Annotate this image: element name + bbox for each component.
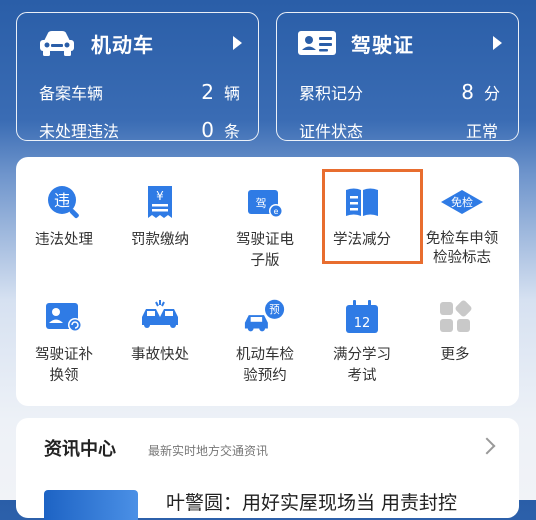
registered-vehicles-value: 2 (201, 80, 214, 104)
unhandled-violations-label: 未处理违法 (39, 122, 120, 141)
booking-badge: 预 (269, 304, 280, 316)
car-icon (37, 28, 77, 58)
calendar-badge: 12 (354, 316, 371, 331)
service-label: 免检车申领 检验标志 (425, 231, 499, 266)
service-accident-quick[interactable]: 事故快处 (112, 295, 208, 366)
vehicle-row-violations[interactable]: 未处理违法 0 条 (39, 115, 240, 145)
license-status-value: 正常 (465, 122, 498, 141)
violation-icon: 违 (42, 180, 86, 224)
service-inspection-booking[interactable]: 预 机动车检 验预约 (217, 295, 313, 387)
e-license-icon: 驾 e (243, 180, 287, 224)
svg-text:e: e (274, 207, 279, 216)
service-e-license[interactable]: 驾 e 驾驶证电 子版 (217, 180, 313, 272)
license-card[interactable]: 驾驶证 累积记分 8 分 证件状态 正常 (276, 12, 519, 141)
svg-text:¥: ¥ (156, 189, 164, 203)
svg-text:违: 违 (54, 191, 70, 210)
vehicle-row-registered[interactable]: 备案车辆 2 辆 (39, 77, 240, 107)
service-label: 驾驶证补 换领 (35, 347, 93, 384)
highlight-box (322, 169, 423, 264)
accumulated-points-label: 累积记分 (299, 84, 364, 103)
license-card-header[interactable]: 驾驶证 (297, 23, 502, 63)
service-label: 罚款缴纳 (131, 232, 189, 248)
license-card-title: 驾驶证 (351, 32, 414, 57)
chevron-right-icon[interactable] (478, 437, 496, 455)
vehicle-card[interactable]: 机动车 备案车辆 2 辆 未处理违法 0 条 (16, 12, 259, 142)
svg-text:驾: 驾 (256, 197, 267, 210)
service-full-score-study[interactable]: 12 满分学习 考试 (314, 295, 410, 387)
news-center-subtitle: 最新实时地方交通资讯 (148, 444, 269, 458)
service-inspection-exempt[interactable]: 免检 免检车申领 检验标志 (410, 180, 514, 268)
accumulated-points-unit: 分 (483, 84, 500, 103)
vehicle-card-title: 机动车 (91, 32, 154, 57)
service-more[interactable]: 更多 (407, 295, 503, 366)
vehicle-card-header[interactable]: 机动车 (37, 23, 242, 63)
fine-receipt-icon: ¥ (138, 180, 182, 224)
news-center-title: 资讯中心 (44, 439, 116, 460)
news-center[interactable]: 资讯中心 最新实时地方交通资讯 叶警圆：用好实屋现场当 用责封控 (16, 418, 519, 520)
inspection-exempt-badge: 免检 (451, 195, 473, 209)
calendar-12-icon: 12 (340, 295, 384, 339)
service-label: 违法处理 (35, 232, 93, 248)
service-violation-handling[interactable]: 违 违法处理 (16, 180, 112, 251)
registered-vehicles-label: 备案车辆 (39, 84, 104, 103)
inspection-exempt-icon: 免检 (434, 180, 490, 224)
inspection-booking-icon: 预 (243, 295, 287, 339)
accident-icon (138, 295, 182, 339)
license-renew-icon (42, 295, 86, 339)
service-license-renewal[interactable]: 驾驶证补 换领 (16, 295, 112, 387)
more-grid-icon (433, 295, 477, 339)
license-row-points[interactable]: 累积记分 8 分 (299, 77, 500, 107)
service-label: 满分学习 考试 (333, 347, 391, 384)
news-thumbnail[interactable] (44, 490, 138, 520)
service-fine-payment[interactable]: ¥ 罚款缴纳 (112, 180, 208, 251)
news-headline[interactable]: 叶警圆：用好实屋现场当 用责封控 (166, 488, 457, 515)
license-card-icon (297, 28, 337, 58)
registered-vehicles-unit: 辆 (223, 84, 240, 103)
unhandled-violations-unit: 条 (223, 122, 240, 141)
service-label: 驾驶证电 子版 (236, 232, 294, 269)
service-label: 事故快处 (131, 347, 189, 363)
license-row-status[interactable]: 证件状态 正常 (299, 115, 500, 145)
arrow-right-icon[interactable] (233, 36, 242, 50)
service-label: 更多 (440, 347, 470, 363)
unhandled-violations-value: 0 (201, 118, 214, 142)
license-status-label: 证件状态 (299, 122, 364, 141)
accumulated-points-value: 8 (461, 80, 474, 104)
arrow-right-icon[interactable] (493, 36, 502, 50)
service-label: 机动车检 验预约 (236, 347, 294, 384)
